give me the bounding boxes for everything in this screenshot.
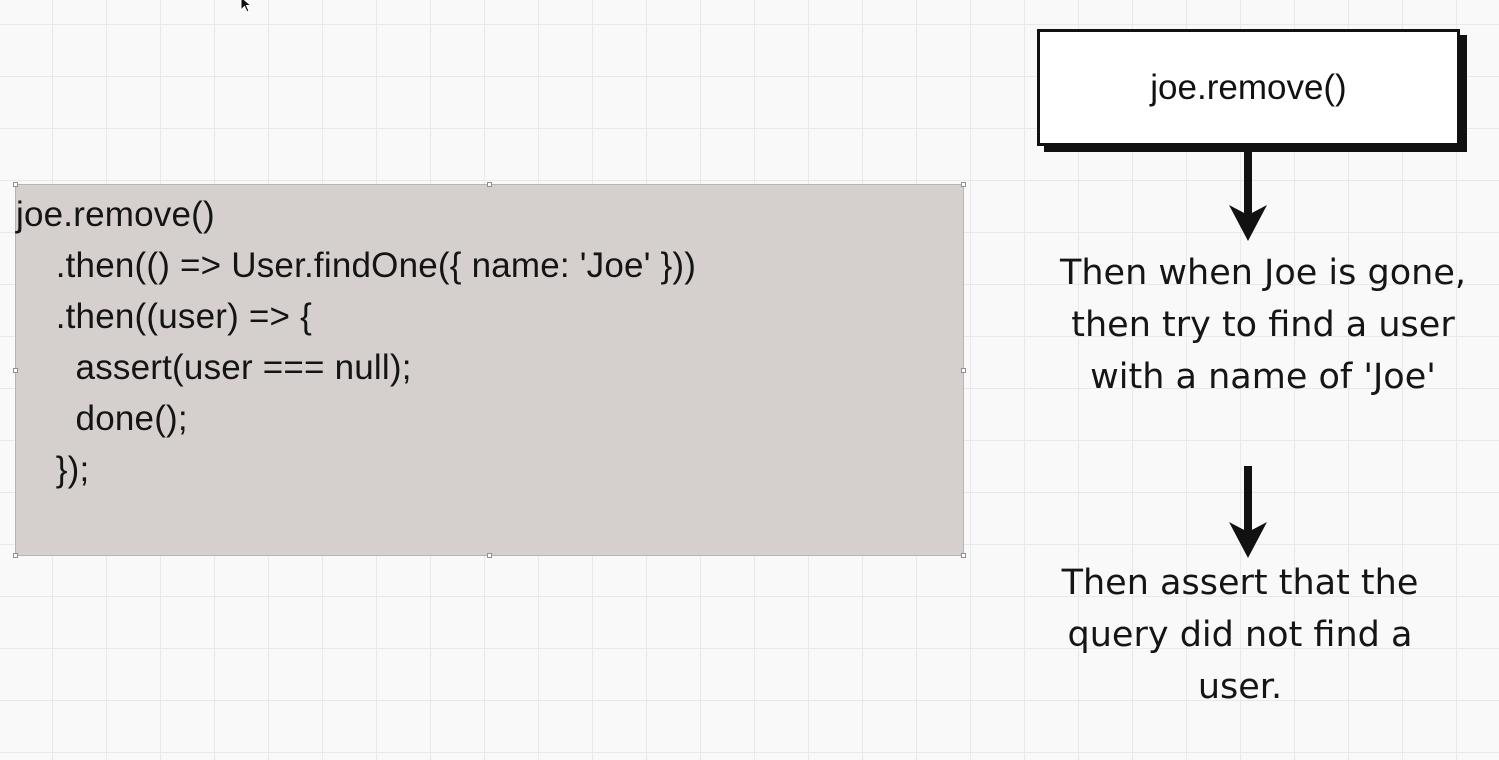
code-snippet-box[interactable]: joe.remove() .then(() => User.findOne({ … bbox=[13, 182, 966, 558]
resize-handle-top-right[interactable] bbox=[961, 182, 966, 187]
resize-handle-bottom[interactable] bbox=[487, 553, 492, 558]
cursor-arrow-icon bbox=[240, 0, 253, 13]
resize-handle-bottom-left[interactable] bbox=[13, 553, 18, 558]
code-line: assert(user === null); bbox=[16, 348, 412, 387]
remove-step-label: joe.remove() bbox=[1150, 67, 1347, 107]
arrow-down-icon bbox=[1229, 149, 1267, 241]
resize-handle-bottom-right[interactable] bbox=[961, 553, 966, 558]
resize-handle-top[interactable] bbox=[487, 182, 492, 187]
assert-note: Then assert that the query did not find … bbox=[1061, 563, 1419, 707]
code-line: joe.remove() bbox=[16, 195, 215, 234]
code-line: .then((user) => { bbox=[16, 297, 313, 336]
resize-handle-right[interactable] bbox=[961, 368, 966, 373]
code-line: done(); bbox=[16, 399, 188, 438]
arrow-down-icon bbox=[1229, 466, 1267, 558]
remove-step-box: joe.remove() bbox=[1037, 29, 1460, 146]
code-line: }); bbox=[16, 450, 90, 489]
find-user-note: Then when Joe is gone, then try to find … bbox=[1059, 253, 1466, 397]
resize-handle-top-left[interactable] bbox=[13, 182, 18, 187]
code-line: .then(() => User.findOne({ name: 'Joe' }… bbox=[16, 246, 697, 285]
